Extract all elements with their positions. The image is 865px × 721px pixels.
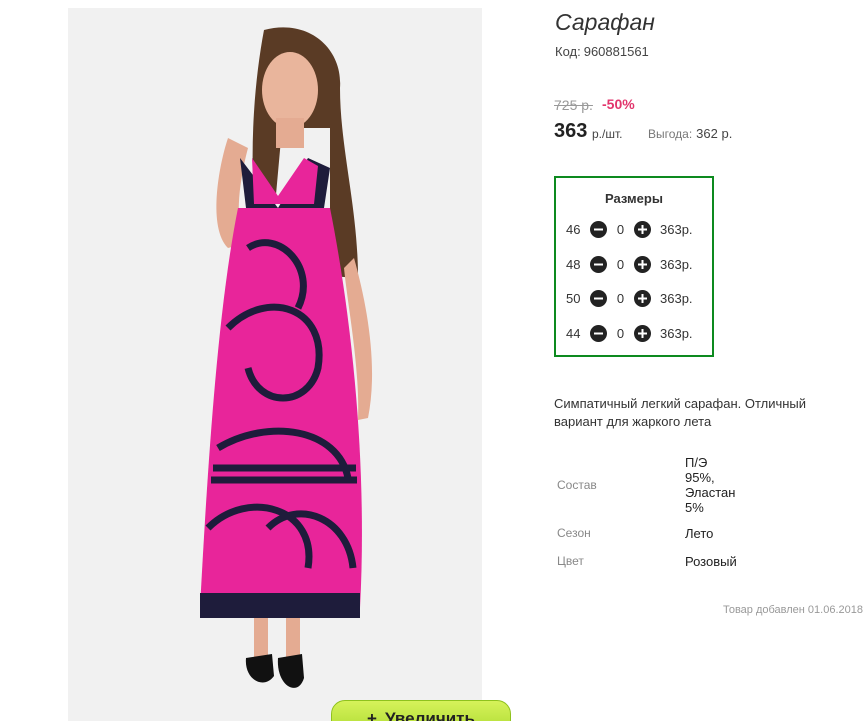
color-label: Цвет <box>557 554 584 568</box>
plus-button[interactable] <box>634 324 651 342</box>
old-price: 725 р. <box>554 97 593 113</box>
minus-icon <box>594 297 603 299</box>
plus-icon <box>638 328 647 338</box>
zoom-button[interactable]: + Увеличить <box>331 700 511 721</box>
size-row: 48 0 363р. <box>566 254 693 274</box>
size-row: 46 0 363р. <box>566 219 693 239</box>
savings-value: 362 р. <box>696 126 733 141</box>
sku-label: Код: <box>555 44 581 59</box>
plus-button[interactable] <box>634 255 651 273</box>
minus-button[interactable] <box>590 220 607 238</box>
plus-icon <box>638 259 647 269</box>
product-sku: Код: 960881561 <box>555 44 649 59</box>
plus-button[interactable] <box>634 289 651 307</box>
current-price: 363 <box>554 120 588 142</box>
plus-icon <box>638 224 647 234</box>
season-value: Лето <box>685 526 714 541</box>
size-value: 50 <box>566 290 581 306</box>
composition-label: Состав <box>557 478 597 492</box>
savings: Выгода: 362 р. <box>648 126 732 141</box>
product-title: Сарафан <box>555 9 655 35</box>
size-price: 363р. <box>660 290 693 306</box>
plus-icon: + <box>367 709 377 721</box>
size-row: 50 0 363р. <box>566 288 693 308</box>
sku-value: 960881561 <box>583 44 649 59</box>
minus-icon <box>594 263 603 265</box>
added-date: Товар добавлен 01.06.2018 <box>722 604 863 616</box>
size-price: 363р. <box>660 221 693 237</box>
quantity-value: 0 <box>616 290 625 306</box>
size-value: 48 <box>566 256 581 272</box>
color-value: Розовый <box>685 554 737 569</box>
discount-badge: -50% <box>602 96 635 112</box>
size-row: 44 0 363р. <box>566 323 693 343</box>
sizes-title: Размеры <box>605 191 663 206</box>
plus-button[interactable] <box>634 220 651 238</box>
quantity-value: 0 <box>616 221 625 237</box>
minus-button[interactable] <box>590 324 607 342</box>
size-price: 363р. <box>660 325 693 341</box>
sizes-panel: Размеры 46 0 363р. 48 0 363р. 50 0 363р.… <box>554 176 714 357</box>
size-price: 363р. <box>660 256 693 272</box>
size-value: 46 <box>566 221 581 237</box>
season-label: Сезон <box>557 526 591 540</box>
minus-button[interactable] <box>590 255 607 273</box>
savings-label: Выгода: <box>648 127 693 141</box>
composition-value: П/Э 95%, Эластан 5% <box>685 455 736 515</box>
product-description: Симпатичный легкий сарафан. Отличный вар… <box>554 396 807 429</box>
size-value: 44 <box>566 325 581 341</box>
product-photo[interactable] <box>68 8 482 721</box>
minus-button[interactable] <box>590 289 607 307</box>
zoom-label: Увеличить <box>384 709 475 721</box>
price-unit: р./шт. <box>592 127 623 141</box>
dress-model-image <box>68 8 482 721</box>
minus-icon <box>594 332 603 334</box>
quantity-value: 0 <box>616 325 625 341</box>
quantity-value: 0 <box>616 256 625 272</box>
plus-icon <box>638 293 647 303</box>
minus-icon <box>594 228 603 230</box>
